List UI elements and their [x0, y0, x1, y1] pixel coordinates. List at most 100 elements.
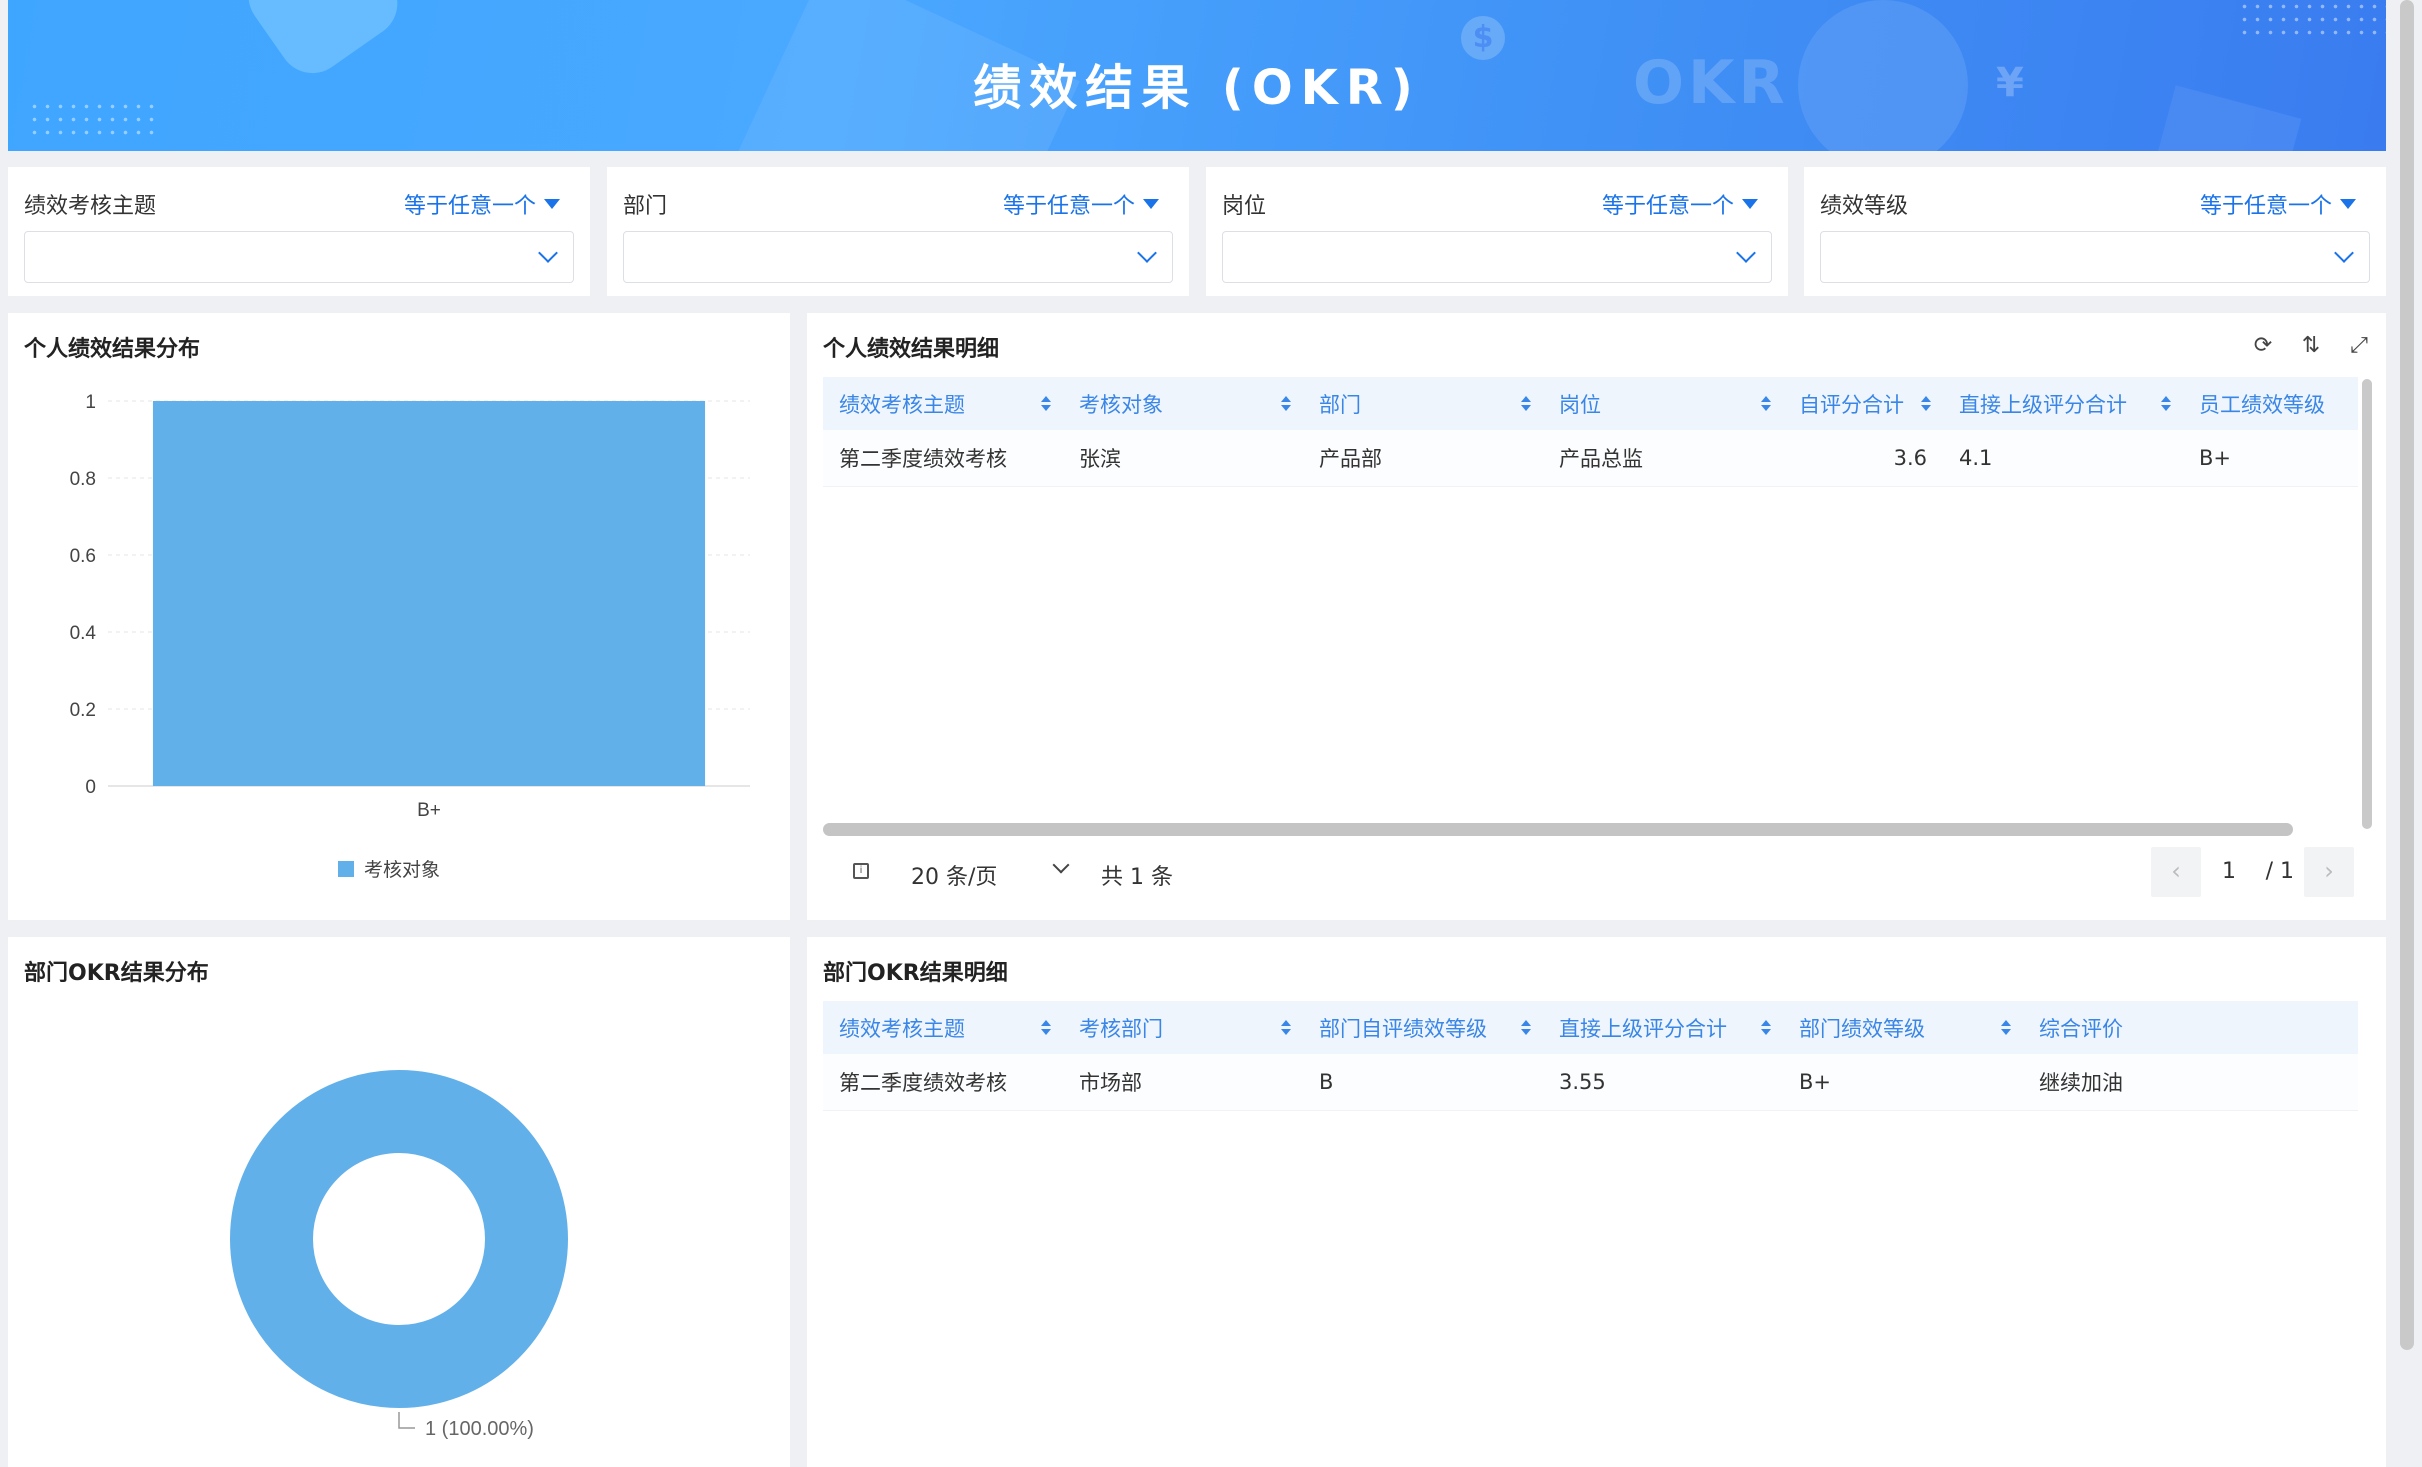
legend-swatch — [338, 861, 354, 877]
sort-icon[interactable]: ⇅ — [2298, 333, 2324, 359]
filter-operator-dropdown[interactable]: 等于任意一个 — [404, 188, 560, 220]
filter-select[interactable] — [24, 231, 574, 283]
table-header-row: 绩效考核主题 考核对象 部门 岗位 自评分合计 直接上级评分合计 员工绩效等级 — [823, 377, 2358, 430]
caret-down-icon — [1143, 199, 1159, 209]
dept-table: 绩效考核主题 考核部门 部门自评绩效等级 直接上级评分合计 部门绩效等级 综合评… — [823, 1001, 2358, 1111]
filter-label: 绩效等级 — [1820, 194, 1909, 219]
column-header[interactable]: 员工绩效等级 — [2183, 377, 2358, 430]
personal-distribution-panel: 个人绩效结果分布 0 0.2 0.4 0.6 0.8 1 B+ 考核对象 — [8, 313, 790, 920]
table-cell: B+ — [2183, 430, 2358, 487]
filter-select[interactable] — [1820, 231, 2370, 283]
chevron-down-icon — [2334, 243, 2354, 263]
filter-label: 部门 — [623, 194, 668, 219]
chevron-down-icon — [1736, 243, 1756, 263]
column-header[interactable]: 考核部门 — [1063, 1001, 1303, 1054]
column-header[interactable]: 部门绩效等级 — [1783, 1001, 2023, 1054]
column-header[interactable]: 直接上级评分合计 — [1943, 377, 2183, 430]
refresh-icon[interactable]: ⟳ — [2250, 333, 2276, 359]
filter-label: 绩效考核主题 — [24, 194, 157, 219]
table-toolbar: ⟳ ⇅ ⤢ — [2250, 333, 2372, 359]
vertical-scrollbar[interactable] — [2362, 379, 2372, 829]
chevron-down-icon — [1137, 243, 1157, 263]
total-count: 共 1 条 — [1101, 865, 1173, 890]
page-size-select[interactable]: 20 条/页 — [911, 859, 997, 891]
column-header[interactable]: 绩效考核主题 — [823, 377, 1063, 430]
sort-icon[interactable] — [1761, 1020, 1771, 1036]
fullscreen-icon[interactable]: ⤢ — [2346, 333, 2372, 359]
page-header: $ OKR ¥ 绩效结果 (OKR) — [8, 0, 2386, 151]
pagination: i 20 条/页 共 1 条 ‹ 1 / 1 › — [823, 843, 2372, 903]
y-tick-label: 0.2 — [70, 700, 96, 721]
slice-label: 1 (100.00%) — [425, 1418, 534, 1440]
table-cell: 3.55 — [1543, 1054, 1783, 1111]
current-page-input[interactable]: 1 — [2222, 859, 2236, 884]
column-header[interactable]: 部门自评绩效等级 — [1303, 1001, 1543, 1054]
y-tick-label: 0.4 — [70, 623, 97, 644]
table-row[interactable]: 第二季度绩效考核 市场部 B 3.55 B+ 继续加油 — [823, 1054, 2358, 1111]
table-cell: 张滨 — [1063, 430, 1303, 487]
pie-slice — [230, 1070, 568, 1408]
sort-icon[interactable] — [1761, 396, 1771, 412]
chart-legend: 考核对象 — [338, 859, 440, 881]
sort-icon[interactable] — [1521, 396, 1531, 412]
bar — [152, 401, 706, 786]
table-cell: B+ — [1783, 1054, 2023, 1111]
column-header[interactable]: 岗位 — [1543, 377, 1783, 430]
y-tick-label: 1 — [85, 392, 96, 413]
sort-icon[interactable] — [1041, 396, 1051, 412]
panel-title: 个人绩效结果明细 — [823, 337, 1000, 362]
column-header[interactable]: 直接上级评分合计 — [1543, 1001, 1783, 1054]
table-cell: 产品总监 — [1543, 430, 1783, 487]
prev-page-button[interactable]: ‹ — [2151, 847, 2201, 897]
legend-label: 考核对象 — [364, 859, 440, 881]
filter-position: 岗位 等于任意一个 — [1206, 167, 1788, 296]
column-header[interactable]: 考核对象 — [1063, 377, 1303, 430]
sort-icon[interactable] — [1281, 396, 1291, 412]
column-header[interactable]: 自评分合计 — [1783, 377, 1943, 430]
chevron-down-icon[interactable] — [1052, 856, 1070, 874]
filter-department: 部门 等于任意一个 — [607, 167, 1189, 296]
table-cell: 市场部 — [1063, 1054, 1303, 1111]
caret-down-icon — [1742, 199, 1758, 209]
chevron-down-icon — [538, 243, 558, 263]
column-header[interactable]: 部门 — [1303, 377, 1543, 430]
caret-down-icon — [2340, 199, 2356, 209]
pagination-info-icon[interactable]: i — [853, 863, 869, 879]
filter-select[interactable] — [623, 231, 1173, 283]
table-row[interactable]: 第二季度绩效考核 张滨 产品部 产品总监 3.6 4.1 B+ — [823, 430, 2358, 487]
x-tick-label: B+ — [417, 800, 441, 821]
sort-icon[interactable] — [1281, 1020, 1291, 1036]
caret-down-icon — [544, 199, 560, 209]
filter-select[interactable] — [1222, 231, 1772, 283]
filter-operator-dropdown[interactable]: 等于任意一个 — [1602, 188, 1758, 220]
table-cell: 继续加油 — [2023, 1054, 2358, 1111]
y-tick-label: 0 — [85, 777, 96, 798]
sort-icon[interactable] — [2001, 1020, 2011, 1036]
column-header[interactable]: 绩效考核主题 — [823, 1001, 1063, 1054]
label-leader-line — [398, 1412, 415, 1429]
donut-chart: 1 (100.00%) — [230, 1070, 568, 1440]
sort-icon[interactable] — [1921, 396, 1931, 412]
sort-icon[interactable] — [1521, 1020, 1531, 1036]
dept-distribution-panel: 部门OKR结果分布 1 (100.00%) — [8, 937, 790, 1467]
personal-table: 绩效考核主题 考核对象 部门 岗位 自评分合计 直接上级评分合计 员工绩效等级 … — [823, 377, 2358, 487]
personal-detail-panel: 个人绩效结果明细 ⟳ ⇅ ⤢ 绩效考核主题 考核对象 部门 岗位 自评分合计 直… — [807, 313, 2386, 920]
page-title: 绩效结果 (OKR) — [973, 60, 1421, 116]
filter-operator-dropdown[interactable]: 等于任意一个 — [1003, 188, 1159, 220]
y-tick-label: 0.6 — [70, 546, 96, 567]
column-header[interactable]: 综合评价 — [2023, 1001, 2358, 1054]
table-cell: 3.6 — [1783, 430, 1943, 487]
dept-detail-panel: 部门OKR结果明细 绩效考核主题 考核部门 部门自评绩效等级 直接上级评分合计 … — [807, 937, 2386, 1467]
horizontal-scrollbar[interactable] — [823, 823, 2293, 836]
table-cell: 产品部 — [1303, 430, 1543, 487]
filter-operator-dropdown[interactable]: 等于任意一个 — [2200, 188, 2356, 220]
next-page-button[interactable]: › — [2304, 847, 2354, 897]
sort-icon[interactable] — [1041, 1020, 1051, 1036]
page-scrollbar[interactable] — [2400, 0, 2414, 1350]
header-dots — [2238, 0, 2386, 40]
sort-icon[interactable] — [2161, 396, 2171, 412]
table-cell: 4.1 — [1943, 430, 2183, 487]
table-cell: 第二季度绩效考核 — [823, 1054, 1063, 1111]
table-cell: B — [1303, 1054, 1543, 1111]
filter-topic: 绩效考核主题 等于任意一个 — [8, 167, 590, 296]
